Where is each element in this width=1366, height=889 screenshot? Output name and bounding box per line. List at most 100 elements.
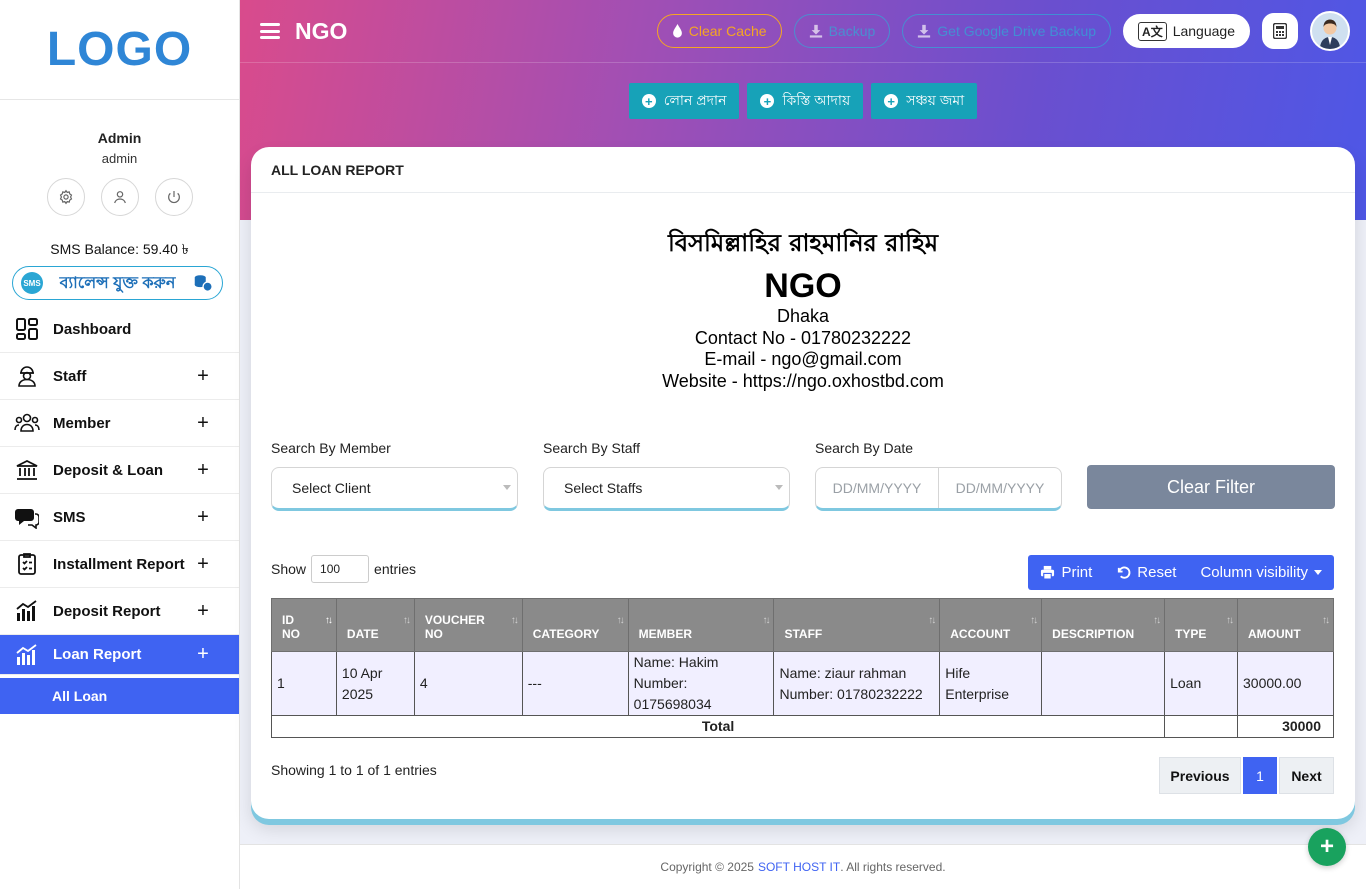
- menu-toggle-icon[interactable]: [260, 23, 280, 39]
- sidebar-item-label: Staff: [53, 367, 87, 385]
- language-button[interactable]: A文 Language: [1123, 14, 1250, 48]
- user-actions: [0, 178, 239, 216]
- footer: Copyright © 2025 SOFT HOST IT. All right…: [240, 844, 1366, 889]
- pagination: Previous 1 Next: [1159, 757, 1334, 794]
- undo-icon: [1118, 566, 1131, 579]
- clear-cache-label: Clear Cache: [688, 23, 767, 39]
- date-to-input[interactable]: DD/MM/YYYY: [939, 468, 1061, 508]
- page-1-button[interactable]: 1: [1243, 757, 1277, 794]
- sidebar-item-loan-report[interactable]: Loan Report +: [0, 635, 239, 675]
- column-header-category[interactable]: CATEGORY ↑↓: [521, 598, 629, 652]
- sidebar-subitem-all-loan[interactable]: All Loan: [0, 678, 239, 714]
- column-header-member[interactable]: MEMBER ↑↓: [627, 598, 775, 652]
- download-icon: [809, 24, 822, 38]
- backup-label: Backup: [828, 23, 876, 39]
- previous-page-button[interactable]: Previous: [1159, 757, 1241, 794]
- avatar[interactable]: [1310, 11, 1350, 51]
- plus-icon: +: [1319, 833, 1334, 860]
- cell-type: Loan: [1164, 651, 1239, 716]
- loan-disburse-button[interactable]: + লোন প্রদান: [628, 83, 740, 119]
- column-header-description[interactable]: DESCRIPTION ↑↓: [1041, 598, 1166, 652]
- loan-report-card: ALL LOAN REPORT বিসমিল্লাহির রাহমানির রা…: [251, 147, 1355, 819]
- savings-deposit-label: সঞ্চয় জমা: [906, 92, 965, 108]
- sidebar-item-member[interactable]: Member +: [0, 400, 239, 447]
- floating-add-button[interactable]: +: [1308, 828, 1346, 866]
- cell-staff: Name: ziaur rahman Number: 01780232222: [773, 651, 941, 716]
- backup-button[interactable]: Backup: [793, 14, 891, 48]
- installment-collect-button[interactable]: + কিস্তি আদায়: [747, 83, 864, 119]
- logout-button[interactable]: [154, 178, 193, 216]
- cell-description: [1041, 651, 1166, 716]
- drop-icon: [672, 24, 682, 38]
- member-select[interactable]: Select Client: [271, 467, 518, 511]
- date-range: DD/MM/YYYY DD/MM/YYYY: [815, 467, 1062, 511]
- savings-deposit-button[interactable]: + সঞ্চয় জমা: [871, 83, 978, 119]
- users-icon: [14, 410, 40, 436]
- settings-button[interactable]: [46, 178, 85, 216]
- cell-category: ---: [521, 651, 629, 716]
- clear-cache-button[interactable]: Clear Cache: [656, 14, 782, 48]
- table-row: 1 10 Apr 2025 4 --- Name: Hakim Number: 0…: [271, 651, 1334, 716]
- sidebar-item-deposit-report[interactable]: Deposit Report +: [0, 588, 239, 635]
- reset-label: Reset: [1137, 564, 1177, 581]
- organization-contact: Contact No - 01780232222: [694, 327, 912, 348]
- show-label: Show: [271, 561, 307, 577]
- download-icon: [918, 24, 931, 38]
- installment-collect-label: কিস্তি আদায়: [782, 92, 851, 108]
- dashboard-icon: [14, 316, 40, 342]
- entries-label: entries: [374, 561, 417, 577]
- column-header-voucher[interactable]: VOUCHER NO ↑↓: [413, 598, 523, 652]
- date-from-input[interactable]: DD/MM/YYYY: [816, 468, 939, 508]
- column-header-id[interactable]: ID NO ↑↓: [271, 598, 337, 652]
- print-button[interactable]: Print: [1028, 555, 1104, 590]
- column-visibility-button[interactable]: Column visibility: [1188, 555, 1334, 590]
- sidebar-item-label: Installment Report: [53, 555, 185, 573]
- sidebar-item-deposit-loan[interactable]: Deposit & Loan +: [0, 447, 239, 494]
- brand-title: NGO: [295, 17, 348, 44]
- sort-icon: ↑↓: [1226, 615, 1234, 626]
- sort-icon: ↑↓: [928, 615, 936, 626]
- profile-button[interactable]: [100, 178, 139, 216]
- clear-filter-button[interactable]: Clear Filter: [1087, 465, 1335, 509]
- column-header-amount[interactable]: AMOUNT ↑↓: [1237, 598, 1334, 652]
- rights-text: . All rights reserved.: [840, 860, 946, 874]
- worker-icon: [14, 363, 40, 389]
- sort-icon: ↑↓: [324, 615, 333, 626]
- sort-icon: ↑↓: [1030, 615, 1038, 626]
- total-empty-cell: [1164, 715, 1239, 738]
- translate-icon: A文: [1138, 21, 1167, 41]
- column-header-type[interactable]: TYPE ↑↓: [1164, 598, 1239, 652]
- add-sms-balance-button[interactable]: SMS ব্যালেন্স যুক্ত করুন: [12, 266, 223, 300]
- sort-icon: ↑↓: [510, 615, 519, 626]
- sidebar-item-installment-report[interactable]: Installment Report +: [0, 541, 239, 588]
- column-header-staff[interactable]: STAFF ↑↓: [773, 598, 941, 652]
- column-header-date[interactable]: DATE ↑↓: [335, 598, 415, 652]
- sidebar-item-staff[interactable]: Staff +: [0, 353, 239, 400]
- logo[interactable]: LOGO: [47, 22, 192, 77]
- expand-icon: +: [197, 552, 209, 575]
- company-link[interactable]: SOFT HOST IT: [758, 860, 840, 874]
- power-icon: [167, 191, 180, 204]
- expand-icon: +: [197, 599, 209, 622]
- staff-select[interactable]: Select Staffs: [543, 467, 790, 511]
- calculator-button[interactable]: [1262, 13, 1298, 49]
- quick-actions: + লোন প্রদান + কিস্তি আদায় + সঞ্চয় জমা: [240, 83, 1366, 119]
- reset-button[interactable]: Reset: [1104, 555, 1188, 590]
- entries-length: Show 100 entries: [271, 555, 416, 583]
- next-page-button[interactable]: Next: [1279, 757, 1334, 794]
- sidebar-item-sms[interactable]: SMS +: [0, 494, 239, 541]
- plus-circle-icon: +: [760, 94, 775, 108]
- card-title: ALL LOAN REPORT: [251, 147, 1355, 193]
- staff-select-value: Select Staffs: [564, 480, 643, 496]
- sidebar-item-dashboard[interactable]: Dashboard: [0, 306, 239, 353]
- filter-bar: Search By Member Select Client Search By…: [271, 440, 1335, 511]
- loan-report-table: ID NO ↑↓ DATE ↑↓ VOUCHER NO ↑↓ CATEGORY ↑↓ MEM…: [270, 598, 1334, 738]
- entries-select[interactable]: 100: [311, 555, 370, 583]
- table-total-row: Total 30000: [270, 715, 1334, 738]
- cell-date: 10 Apr 2025: [335, 651, 415, 716]
- staff-filter: Search By Staff Select Staffs: [543, 440, 790, 511]
- google-drive-backup-button[interactable]: Get Google Drive Backup: [902, 14, 1112, 48]
- chevron-down-icon: [775, 485, 783, 490]
- column-header-account[interactable]: ACCOUNT ↑↓: [939, 598, 1043, 652]
- organization-info: বিসমিল্লাহির রাহমানির রাহিম NGO Dhaka Co…: [251, 225, 1355, 392]
